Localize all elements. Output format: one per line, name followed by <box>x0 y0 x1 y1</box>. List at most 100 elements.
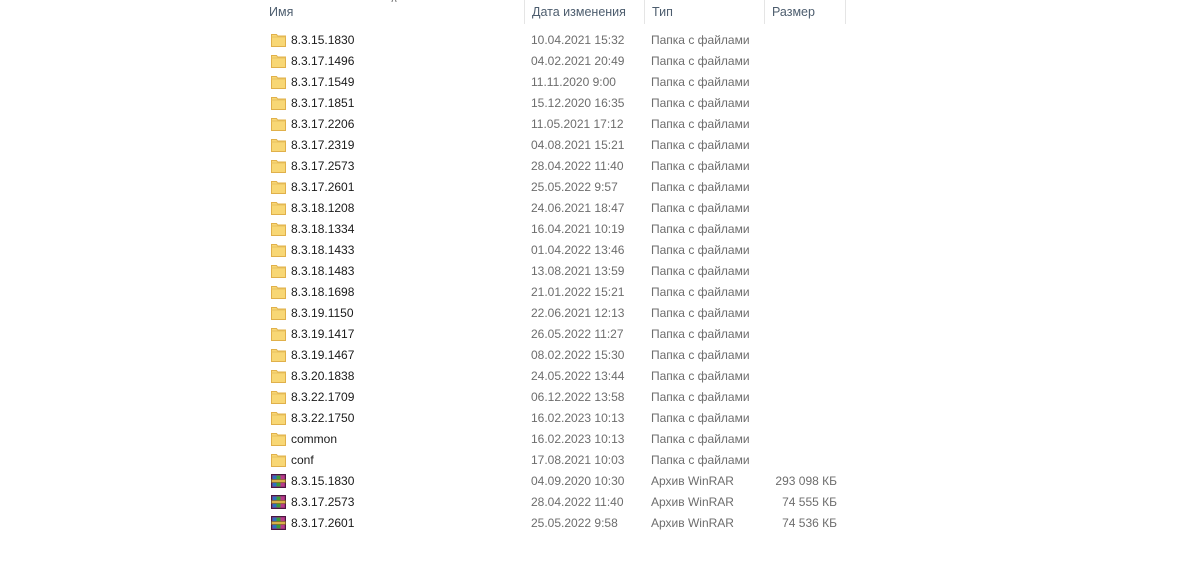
file-row[interactable]: 8.3.15.1830 10.04.2021 15:32 Папка с файла… <box>262 30 846 51</box>
file-name: 8.3.17.2601 <box>291 180 355 194</box>
file-date-modified: 28.04.2022 11:40 <box>531 495 624 509</box>
file-row[interactable]: 8.3.17.2601 25.05.2022 9:58 Архив WinRAR 74… <box>262 513 846 534</box>
file-row[interactable]: 8.3.17.1496 04.02.2021 20:49 Папка с файла… <box>262 51 846 72</box>
file-row[interactable]: 8.3.17.1851 15.12.2020 16:35 Папка с файла… <box>262 93 846 114</box>
folder-icon <box>271 33 286 47</box>
file-name: 8.3.19.1467 <box>291 348 355 362</box>
folder-icon <box>271 180 286 194</box>
folder-icon <box>271 285 286 299</box>
folder-icon <box>271 348 286 362</box>
file-row[interactable]: 8.3.18.1698 21.01.2022 15:21 Папка с файла… <box>262 282 846 303</box>
file-row[interactable]: 8.3.19.1417 26.05.2022 11:27 Папка с файла… <box>262 324 846 345</box>
file-explorer: Имя ∧ Дата изменения Тип Размер 8.3.15.1… <box>0 0 1200 573</box>
file-date-modified: 25.05.2022 9:57 <box>531 180 618 194</box>
file-type: Папка с файлами <box>651 369 750 383</box>
file-row[interactable]: 8.3.18.1433 01.04.2022 13:46 Папка с файла… <box>262 240 846 261</box>
file-type: Папка с файлами <box>651 138 750 152</box>
file-name: 8.3.19.1417 <box>291 327 355 341</box>
file-type: Папка с файлами <box>651 264 750 278</box>
file-date-modified: 24.06.2021 18:47 <box>531 201 625 215</box>
column-header-type[interactable]: Тип <box>644 0 764 24</box>
file-type: Папка с файлами <box>651 411 750 425</box>
column-header-name-label: Имя <box>269 5 294 19</box>
file-date-modified: 17.08.2021 10:03 <box>531 453 625 467</box>
file-type: Папка с файлами <box>651 327 750 341</box>
file-name: 8.3.17.2319 <box>291 138 355 152</box>
file-type: Папка с файлами <box>651 348 750 362</box>
file-name: 8.3.22.1709 <box>291 390 355 404</box>
file-row[interactable]: 8.3.22.1750 16.02.2023 10:13 Папка с файла… <box>262 408 846 429</box>
file-row[interactable]: 8.3.19.1467 08.02.2022 15:30 Папка с файла… <box>262 345 846 366</box>
folder-icon <box>271 243 286 257</box>
file-date-modified: 28.04.2022 11:40 <box>531 159 624 173</box>
file-date-modified: 16.04.2021 10:19 <box>531 222 625 236</box>
file-row[interactable]: 8.3.18.1208 24.06.2021 18:47 Папка с файла… <box>262 198 846 219</box>
file-date-modified: 16.02.2023 10:13 <box>531 411 625 425</box>
file-row[interactable]: 8.3.17.2573 28.04.2022 11:40 Архив WinRAR 7… <box>262 492 846 513</box>
file-row[interactable]: 8.3.17.2319 04.08.2021 15:21 Папка с файла… <box>262 135 846 156</box>
file-date-modified: 11.11.2020 9:00 <box>531 75 616 89</box>
file-name: common <box>291 432 338 446</box>
file-row[interactable]: 8.3.20.1838 24.05.2022 13:44 Папка с файла… <box>262 366 846 387</box>
winrar-archive-icon <box>271 495 286 509</box>
file-type: Папка с файлами <box>651 432 750 446</box>
column-header-size[interactable]: Размер <box>764 0 846 24</box>
file-name: 8.3.17.2206 <box>291 117 355 131</box>
column-header-size-label: Размер <box>772 5 815 19</box>
folder-icon <box>271 264 286 278</box>
file-name: 8.3.22.1750 <box>291 411 355 425</box>
folder-icon <box>271 327 286 341</box>
column-header-date-label: Дата изменения <box>532 5 626 19</box>
folder-icon <box>271 369 286 383</box>
file-name: 8.3.18.1483 <box>291 264 355 278</box>
file-name: 8.3.17.2573 <box>291 159 355 173</box>
file-date-modified: 08.02.2022 15:30 <box>531 348 625 362</box>
file-row[interactable]: 8.3.17.2573 28.04.2022 11:40 Папка с файла… <box>262 156 846 177</box>
file-row[interactable]: 8.3.15.1830 04.09.2020 10:30 Архив WinRAR 2… <box>262 471 846 492</box>
file-type: Папка с файлами <box>651 390 750 404</box>
file-type: Папка с файлами <box>651 117 750 131</box>
column-header-type-label: Тип <box>652 5 673 19</box>
file-date-modified: 04.08.2021 15:21 <box>531 138 625 152</box>
file-name: 8.3.18.1698 <box>291 285 355 299</box>
file-name: 8.3.17.1549 <box>291 75 355 89</box>
column-header-name[interactable]: Имя ∧ <box>262 0 524 24</box>
file-date-modified: 06.12.2022 13:58 <box>531 390 625 404</box>
file-type: Архив WinRAR <box>651 495 734 509</box>
file-row[interactable]: 8.3.19.1150 22.06.2021 12:13 Папка с файла… <box>262 303 846 324</box>
file-list: 8.3.15.1830 10.04.2021 15:32 Папка с файла… <box>262 30 846 534</box>
file-type: Папка с файлами <box>651 243 750 257</box>
file-date-modified: 01.04.2022 13:46 <box>531 243 625 257</box>
file-type: Папка с файлами <box>651 54 750 68</box>
file-row[interactable]: 8.3.22.1709 06.12.2022 13:58 Папка с файла… <box>262 387 846 408</box>
column-header-date[interactable]: Дата изменения <box>524 0 644 24</box>
file-date-modified: 26.05.2022 11:27 <box>531 327 624 341</box>
file-row[interactable]: 8.3.17.2206 11.05.2021 17:12 Папка с файла… <box>262 114 846 135</box>
chevron-up-icon: ∧ <box>389 0 399 5</box>
file-row[interactable]: 8.3.18.1483 13.08.2021 13:59 Папка с файла… <box>262 261 846 282</box>
file-row[interactable]: 8.3.18.1334 16.04.2021 10:19 Папка с файла… <box>262 219 846 240</box>
file-size: 74 555 КБ <box>782 495 837 509</box>
file-date-modified: 10.04.2021 15:32 <box>531 33 625 47</box>
file-type: Папка с файлами <box>651 306 750 320</box>
folder-icon <box>271 75 286 89</box>
file-date-modified: 16.02.2023 10:13 <box>531 432 625 446</box>
file-name: 8.3.17.1851 <box>291 96 355 110</box>
file-name: conf <box>291 453 314 467</box>
file-type: Папка с файлами <box>651 75 750 89</box>
file-row[interactable]: common 16.02.2023 10:13 Папка с файлами <box>262 429 846 450</box>
folder-icon <box>271 390 286 404</box>
file-name: 8.3.17.2601 <box>291 516 355 530</box>
folder-icon <box>271 138 286 152</box>
file-row[interactable]: 8.3.17.2601 25.05.2022 9:57 Папка с файлам… <box>262 177 846 198</box>
file-row[interactable]: conf 17.08.2021 10:03 Папка с файлами <box>262 450 846 471</box>
file-size: 293 098 КБ <box>775 474 837 488</box>
column-header-bar: Имя ∧ Дата изменения Тип Размер <box>262 0 846 24</box>
folder-icon <box>271 306 286 320</box>
folder-icon <box>271 432 286 446</box>
folder-icon <box>271 201 286 215</box>
winrar-archive-icon <box>271 516 286 530</box>
file-row[interactable]: 8.3.17.1549 11.11.2020 9:00 Папка с файлам… <box>262 72 846 93</box>
file-type: Папка с файлами <box>651 285 750 299</box>
folder-icon <box>271 54 286 68</box>
